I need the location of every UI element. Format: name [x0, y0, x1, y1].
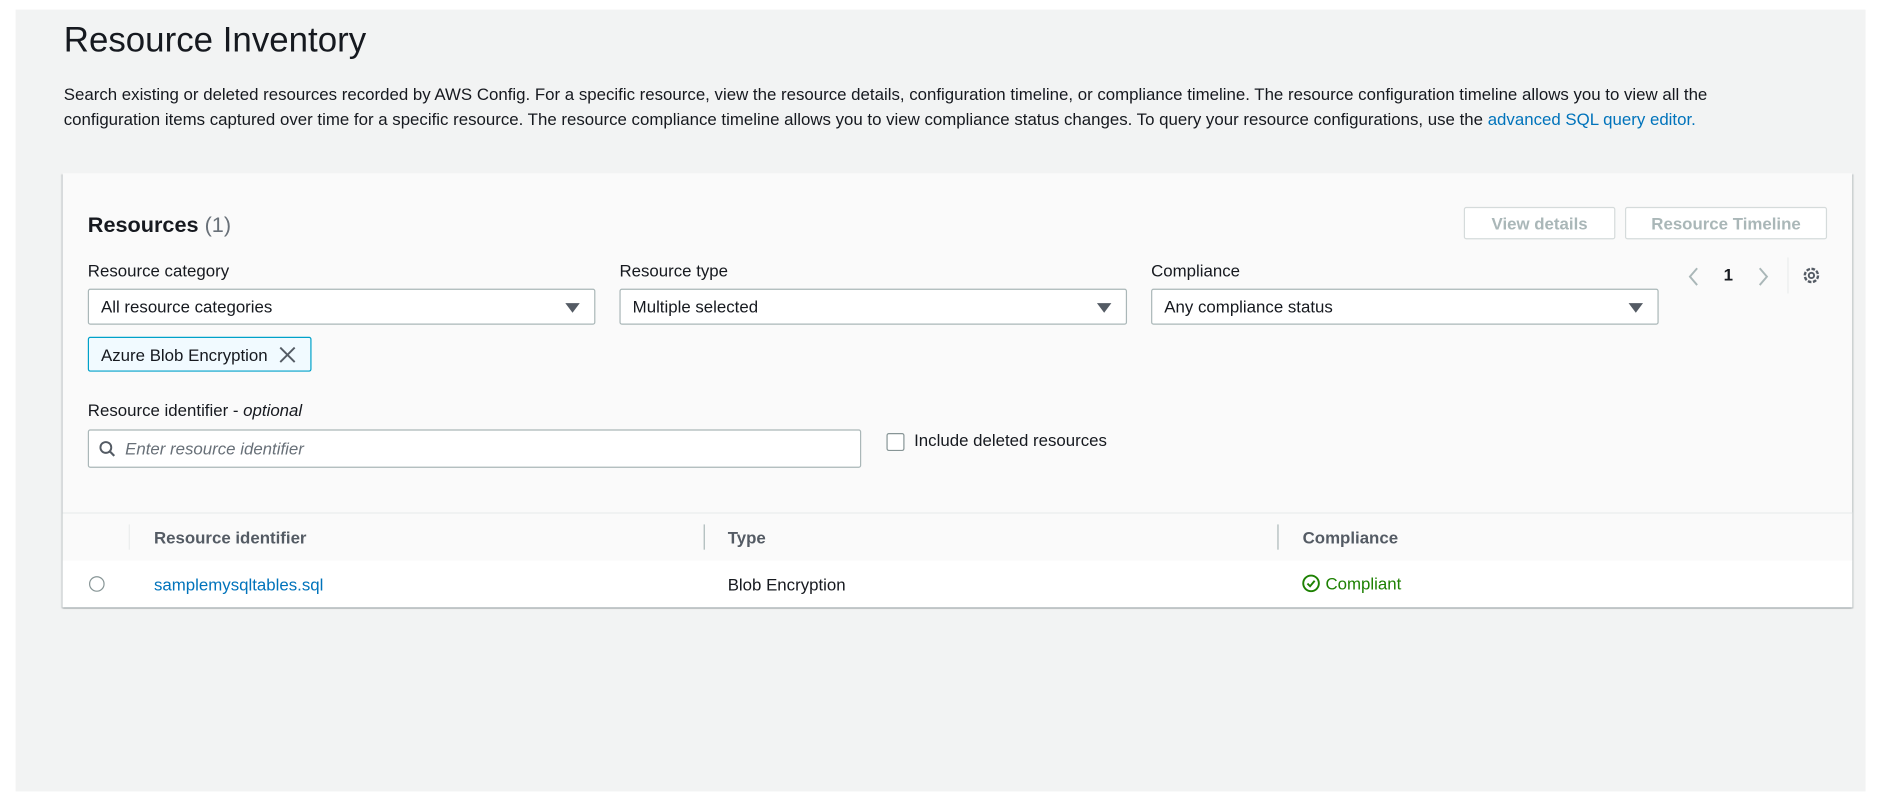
resource-identifier-label: Resource identifier - optional — [88, 401, 302, 420]
include-deleted-checkbox[interactable] — [886, 433, 905, 452]
resource-category-label: Resource category — [87, 261, 230, 281]
resource-identifier-input[interactable] — [122, 437, 826, 460]
resources-heading: Resources (1) — [88, 213, 231, 238]
resource-type-value: Multiple selected — [632, 297, 759, 317]
resources-heading-text: Resources — [87, 212, 199, 237]
compliance-status-text: Compliant — [1325, 573, 1402, 593]
caret-down-icon — [1096, 303, 1112, 313]
page-description: Search existing or deleted resources rec… — [64, 82, 1796, 133]
check-circle-icon — [1302, 574, 1320, 593]
resource-category-select[interactable]: All resource categories — [87, 288, 596, 325]
column-header-compliance[interactable]: Compliance — [1303, 528, 1398, 547]
column-resizer[interactable] — [1277, 524, 1279, 550]
resources-count: (1) — [204, 212, 232, 237]
resource-identifier-link[interactable]: samplemysqltables.sql — [154, 575, 323, 594]
gear-icon[interactable] — [1801, 265, 1823, 287]
pagination-divider — [1787, 257, 1789, 294]
close-icon[interactable] — [278, 346, 295, 363]
search-icon — [99, 441, 116, 457]
next-page-icon[interactable] — [1756, 267, 1770, 286]
table-header: Resource identifier Type Compliance — [62, 512, 1853, 562]
resource-type-label: Resource type — [619, 261, 729, 281]
column-divider — [128, 524, 130, 550]
compliance-select[interactable]: Any compliance status — [1151, 288, 1659, 325]
table-row[interactable]: samplemysqltables.sql Blob Encryption Co… — [62, 560, 1853, 608]
resource-timeline-button[interactable]: Resource Timeline — [1624, 206, 1828, 240]
column-header-type[interactable]: Type — [728, 528, 766, 547]
filter-token-label: Azure Blob Encryption — [101, 344, 268, 364]
current-page[interactable]: 1 — [1724, 265, 1733, 284]
identifier-label-text: Resource identifier - — [87, 400, 244, 420]
caret-down-icon — [1628, 303, 1644, 313]
advanced-sql-query-editor-link[interactable]: advanced SQL query editor. — [1488, 109, 1696, 128]
caret-down-icon — [565, 303, 580, 313]
resource-identifier-field[interactable] — [87, 429, 862, 468]
view-details-button[interactable]: View details — [1463, 206, 1616, 240]
resource-category-value: All resource categories — [101, 297, 273, 317]
compliance-value: Any compliance status — [1164, 297, 1333, 317]
page-title: Resource Inventory — [63, 21, 367, 61]
include-deleted-label[interactable]: Include deleted resources — [914, 431, 1107, 450]
resource-type-select[interactable]: Multiple selected — [619, 288, 1128, 325]
column-resizer[interactable] — [703, 524, 705, 550]
compliance-status: Compliant — [1301, 574, 1401, 593]
description-text: Search existing or deleted resources rec… — [63, 84, 1708, 129]
resource-type-cell: Blob Encryption — [727, 574, 846, 595]
compliance-label: Compliance — [1151, 261, 1241, 281]
filter-token: Azure Blob Encryption — [87, 336, 312, 372]
resources-panel: Resources (1) View details Resource Time… — [62, 173, 1853, 608]
optional-text: optional — [243, 400, 303, 420]
column-header-resource-identifier[interactable]: Resource identifier — [154, 528, 307, 547]
previous-page-icon[interactable] — [1686, 267, 1700, 286]
row-radio[interactable] — [89, 576, 105, 592]
